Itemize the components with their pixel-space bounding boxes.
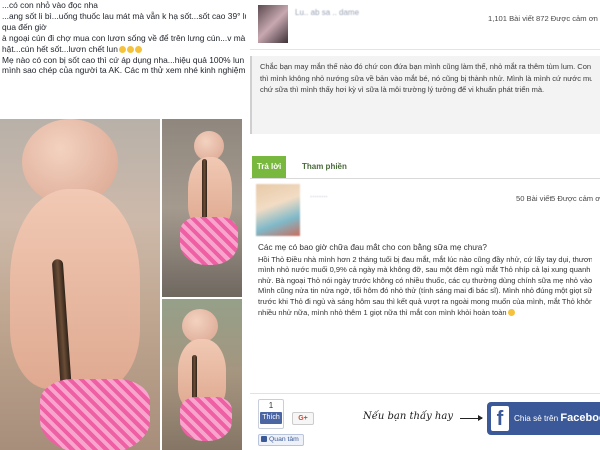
forum-panel: Lu.. ab sa .. dame 1,101 Bài viết 872 Đư…	[250, 0, 600, 450]
arrow-icon	[460, 413, 483, 423]
tab-reply[interactable]: Trả lời	[252, 156, 286, 178]
handwritten-note: Nếu bạn thấy hay	[363, 411, 453, 422]
body-line: nhiều nhử nữa, mình nhỏ thêm 1 giọt nữa …	[258, 308, 592, 319]
post-caption-line: mình sao chép của người ta AK. Các m thử…	[2, 65, 246, 76]
emoji-icon	[118, 45, 126, 53]
post-caption-line: ...có con nhỏ vào đọc nha	[2, 0, 98, 10]
post-count: 1,101 Bài viết	[488, 14, 535, 23]
post-caption: ...có con nhỏ vào đọc nha ...ang sốt li …	[0, 0, 248, 118]
smile-icon	[507, 308, 515, 316]
body-line: Mình cũng nửa tin nửa ngờ, tối hôm đó nh…	[258, 286, 592, 296]
photo-baby-sitting[interactable]	[162, 299, 242, 450]
avatar[interactable]	[256, 184, 300, 236]
post-caption-line: hật...cún hết sốt...lươn chết lun	[2, 44, 246, 55]
body-line: Hồi Thỏ Điều nhà mình hơn 2 tháng tuổi b…	[258, 254, 592, 264]
emoji-icon	[134, 45, 142, 53]
like-count: 1	[268, 401, 274, 410]
message-line: chứ sữa thì mình thấy hơi kỳ vì sữa là m…	[260, 85, 545, 94]
body-line: nhử. Bà ngoại Thỏ nói ngày trước không c…	[258, 275, 592, 285]
message-line: thì mình không nhỏ nướng sữa về bản vào …	[260, 73, 592, 83]
post-caption-line: ...ang sốt li bì...uống thuốc lau mát mà…	[2, 10, 246, 21]
thanks-count: 5 Được cảm ơn	[551, 194, 600, 203]
post-count: 50 Bài viết	[516, 194, 552, 203]
divider	[250, 178, 600, 179]
photo-baby-back-eel[interactable]	[0, 119, 160, 450]
photo-baby-side[interactable]	[162, 119, 242, 297]
diaper-shape	[180, 217, 238, 265]
follow-icon	[261, 436, 267, 442]
post-caption-line: à ngoại cún đi chợ mua con lươn sống về …	[2, 33, 246, 44]
baby-back	[10, 189, 140, 389]
post-caption-line: Mẹ nào có con bị sốt cao thì cứ áp dụng …	[2, 54, 246, 65]
body-line: trước khi Thỏ đi ngủ và sáng hôm sau thì…	[258, 296, 592, 306]
tab-join[interactable]: Tham phiền	[294, 156, 355, 178]
baby-head	[182, 309, 218, 343]
message-line: Chắc bạn may mắn thế nào đó chứ con đứa …	[260, 62, 592, 71]
forum-user-header: ........ 50 Bài viết 5 Được cảm ơn	[250, 180, 600, 238]
diaper-shape	[40, 379, 150, 450]
username[interactable]: ........	[310, 190, 328, 199]
avatar[interactable]	[258, 5, 288, 43]
emoji-icon	[126, 45, 134, 53]
share-label: Chia sẻ trên Facebook	[514, 412, 600, 424]
social-post-panel: ...có con nhỏ vào đọc nha ...ang sốt li …	[0, 0, 248, 450]
body-line: mình nhỏ nước muối 0,9% cả ngày mà không…	[258, 265, 592, 275]
facebook-share-button[interactable]: f Chia sẻ trên Facebook	[487, 402, 600, 435]
follow-button[interactable]: Quan tâm	[258, 434, 304, 446]
post-question: Các mẹ có bao giờ chữa đau mắt cho con b…	[258, 243, 487, 252]
username[interactable]: Lu.. ab sa .. dame	[295, 8, 359, 17]
forum-user-header: Lu.. ab sa .. dame 1,101 Bài viết 872 Đư…	[250, 0, 600, 50]
like-label: Thích	[260, 412, 282, 424]
diaper-shape	[180, 397, 232, 441]
like-button[interactable]: 1 Thích	[258, 399, 284, 429]
facebook-icon: f	[491, 406, 509, 431]
post-message: Chắc bạn may mắn thế nào đó chứ con đứa …	[250, 56, 600, 134]
google-plus-button[interactable]: G+	[292, 412, 314, 425]
divider	[250, 393, 600, 394]
post-caption-line: qua đến giờ	[2, 21, 47, 32]
post-body: Các mẹ có bao giờ chữa đau mắt cho con b…	[250, 243, 600, 383]
thanks-count: 872 Được cảm ơn	[536, 14, 598, 23]
